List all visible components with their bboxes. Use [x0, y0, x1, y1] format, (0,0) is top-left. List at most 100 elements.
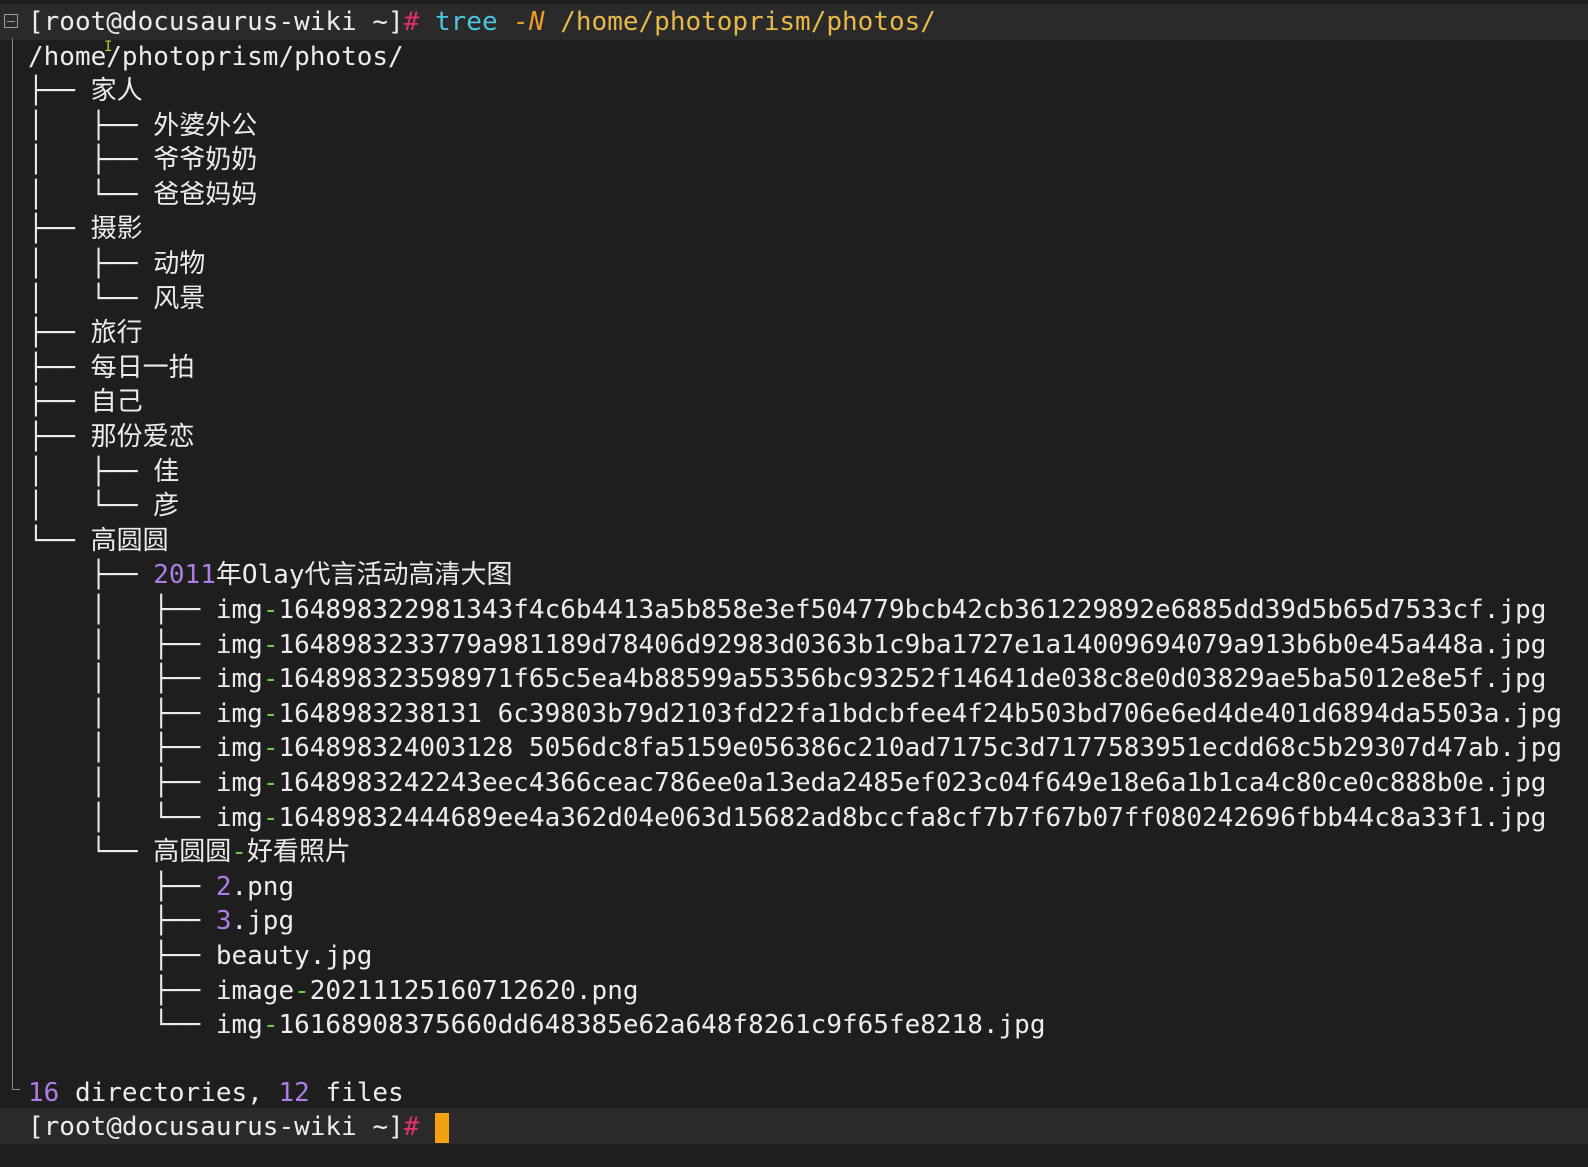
entry-name: 动物: [153, 249, 206, 279]
entry-stem: img: [215, 630, 263, 660]
tree-branch: │ ├──: [28, 768, 216, 798]
tree-branch: ├──: [28, 906, 216, 936]
entry-name: .jpg: [231, 906, 295, 936]
tree-branch: └──: [28, 837, 154, 867]
entry-name: 每日一拍: [90, 353, 195, 383]
entry-name: 外婆外公: [153, 111, 258, 141]
tree-branch: └──: [28, 1010, 216, 1040]
tree-entry: ├── 2011年Olay代言活动高清大图: [28, 558, 513, 592]
file-count: 12: [278, 1078, 310, 1108]
tree-entry: │ └── 爸爸妈妈: [28, 178, 257, 212]
entry-stem: img: [215, 1010, 263, 1040]
entry-stem: 高圆圆: [153, 837, 232, 867]
entry-name: 自己: [90, 387, 143, 417]
command-flag: -N: [513, 7, 545, 37]
terminal-window[interactable]: I [root@docusaurus-wiki ~]# tree -N /hom…: [0, 0, 1588, 1167]
tree-branch: │ └──: [28, 180, 154, 210]
active-prompt-line[interactable]: [root@docusaurus-wiki ~]#: [28, 1110, 449, 1144]
entry-number: 2011: [153, 560, 216, 590]
entry-stem: img: [215, 699, 263, 729]
tree-branch: ├──: [28, 76, 91, 106]
entry-name: 爸爸妈妈: [153, 180, 258, 210]
tree-branch: │ ├──: [28, 595, 216, 625]
entry-separator: -: [262, 699, 279, 729]
tree-entry: │ └── 风景: [28, 282, 205, 316]
tree-entry: │ ├── img-1648983233779a981189d78406d929…: [28, 628, 1547, 662]
entry-name: 1648983238131 6c39803b79d2103fd22fa1bdcb…: [278, 699, 1563, 729]
entry-separator: -: [262, 1010, 279, 1040]
entry-name: 年Olay代言活动高清大图: [215, 560, 513, 590]
entry-name: 164898322981343f4c6b4413a5b858e3ef504779…: [278, 595, 1547, 625]
tree-entry: ├── 家人: [28, 74, 143, 108]
entry-name: 摄影: [90, 214, 143, 244]
entry-stem: img: [215, 733, 263, 763]
tree-entry: └── img-16168908375660dd648385e62a648f82…: [28, 1008, 1045, 1042]
tree-entry: ├── 自己: [28, 385, 143, 419]
tree-summary: 16 directories, 12 files: [28, 1076, 404, 1110]
tree-branch: ├──: [28, 353, 91, 383]
tree-branch: │ ├──: [28, 699, 216, 729]
entry-stem: img: [215, 664, 263, 694]
tree-entry: ├── 2.png: [28, 870, 294, 904]
tree-branch: ├──: [28, 318, 91, 348]
fold-gutter-end: [12, 1089, 20, 1090]
entry-stem: img: [215, 595, 263, 625]
tree-entry: │ ├── 爷爷奶奶: [28, 143, 257, 177]
fold-gutter-line: [12, 38, 13, 1090]
entry-name: 164898324003128 5056dc8fa5159e056386c210…: [278, 733, 1563, 763]
tree-branch: ├──: [28, 214, 91, 244]
terminal-cursor[interactable]: [435, 1112, 449, 1143]
entry-name: 好看照片: [246, 837, 351, 867]
tree-entry: │ ├── img-1648983242243eec4366ceac786ee0…: [28, 766, 1547, 800]
entry-name: 那份爱恋: [90, 422, 195, 452]
tree-entry: │ ├── img-164898324003128 5056dc8fa5159e…: [28, 731, 1562, 765]
fold-toggle-icon[interactable]: [4, 14, 18, 28]
entry-separator: -: [231, 837, 247, 867]
entry-name: 旅行: [90, 318, 143, 348]
entry-name: beauty.jpg: [215, 941, 373, 971]
entry-separator: -: [262, 630, 279, 660]
tree-branch: ├──: [28, 872, 216, 902]
entry-separator: -: [294, 976, 310, 1006]
tree-entry: ├── 每日一拍: [28, 351, 195, 385]
tree-branch: │ ├──: [28, 664, 216, 694]
tree-entry: ├── 摄影: [28, 212, 143, 246]
tree-entry: │ ├── 动物: [28, 247, 205, 281]
prompt-symbol: #: [403, 7, 420, 37]
tree-branch: │ ├──: [28, 111, 154, 141]
entry-number: 3: [215, 906, 232, 936]
tree-entry: └── 高圆圆-好看照片: [28, 835, 351, 869]
entry-name: 风景: [153, 284, 206, 314]
tree-entry: │ ├── img-1648983238131 6c39803b79d2103f…: [28, 697, 1562, 731]
command-line: [root@docusaurus-wiki ~]# tree -N /home/…: [28, 5, 936, 39]
tree-entry: ├── beauty.jpg: [28, 939, 372, 973]
tree-entry: ├── image-20211125160712620.png: [28, 974, 639, 1008]
tree-branch: ├──: [28, 941, 216, 971]
entry-separator: -: [262, 768, 279, 798]
tree-branch: ├──: [28, 560, 154, 590]
tree-entry: │ └── 彦: [28, 489, 179, 523]
tree-root: /home/photoprism/photos/: [28, 42, 404, 72]
entry-name: 20211125160712620.png: [309, 976, 639, 1006]
tree-branch: │ └──: [28, 491, 154, 521]
entry-name: 高圆圆: [90, 526, 169, 556]
entry-name: 164898323598971f65c5ea4b88599a55356bc932…: [278, 664, 1547, 694]
tree-branch: ├──: [28, 976, 216, 1006]
tree-branch: ├──: [28, 387, 91, 417]
prompt-host: [root@docusaurus-wiki ~]: [28, 7, 404, 37]
directory-label: directories,: [59, 1078, 279, 1108]
tree-entry: │ └── img-16489832444689ee4a362d04e063d1…: [28, 801, 1547, 835]
tree-branch: │ ├──: [28, 249, 154, 279]
tree-entry: │ ├── 佳: [28, 455, 179, 489]
entry-stem: img: [215, 803, 263, 833]
entry-separator: -: [262, 595, 279, 625]
entry-separator: -: [262, 664, 279, 694]
entry-separator: -: [262, 803, 279, 833]
entry-number: 2: [215, 872, 232, 902]
prompt-symbol: #: [403, 1112, 420, 1142]
tree-branch: └──: [28, 526, 91, 556]
prompt-host: [root@docusaurus-wiki ~]: [28, 1112, 404, 1142]
tree-entry: ├── 那份爱恋: [28, 420, 195, 454]
entry-name: 爷爷奶奶: [153, 145, 258, 175]
entry-name: 16168908375660dd648385e62a648f8261c9f65f…: [278, 1010, 1046, 1040]
